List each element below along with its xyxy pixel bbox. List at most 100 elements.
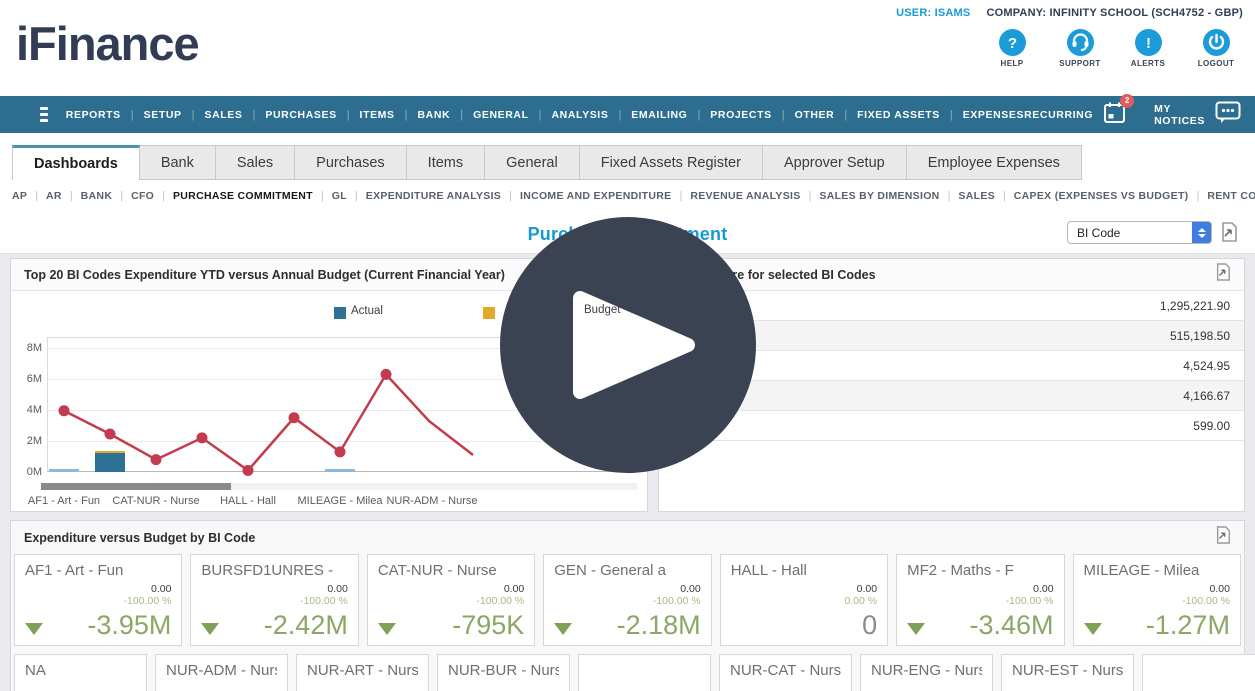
hamburger-menu-icon[interactable]: [40, 104, 48, 125]
row-value: 1,295,221.90: [1160, 299, 1230, 313]
kpi-card-hall-hall[interactable]: HALL - Hall0.000.00 %0: [720, 554, 888, 646]
legend-budget-label[interactable]: Budget: [584, 304, 620, 316]
recurring-button[interactable]: RECURRING: [1024, 109, 1093, 121]
kpi-card-mf2-maths-f[interactable]: MF2 - Maths - F0.00-100.00 %-3.46M: [896, 554, 1064, 646]
chart-scrollbar-thumb[interactable]: [41, 483, 231, 490]
nav-separator: |: [618, 109, 621, 121]
user-label: USER: ISAMS: [896, 7, 970, 19]
tab-fixed-assets-register[interactable]: Fixed Assets Register: [580, 145, 763, 180]
kpi-export-icon[interactable]: [1215, 526, 1231, 549]
tab-purchases[interactable]: Purchases: [295, 145, 407, 180]
nav-separator: |: [253, 109, 256, 121]
kpi-card-nur-eng-nurse[interactable]: NUR-ENG - Nurse: [860, 654, 993, 691]
recurring-calendar-icon[interactable]: 2: [1103, 101, 1126, 129]
kpi-card-unlabeled[interactable]: [578, 654, 711, 691]
tab-general[interactable]: General: [485, 145, 580, 180]
subnav-item-sales[interactable]: SALES: [958, 190, 995, 202]
dimension-select-value: BI Code: [1068, 226, 1192, 240]
nav-separator: |: [405, 109, 408, 121]
down-arrow-icon: [378, 623, 396, 635]
subnav-item-revenue-analysis[interactable]: REVENUE ANALYSIS: [690, 190, 800, 202]
nav-item-emailing[interactable]: EMAILING: [631, 109, 687, 121]
kpi-bottom-row: -795K: [378, 612, 524, 639]
tab-dashboards[interactable]: Dashboards: [12, 145, 140, 180]
video-play-overlay[interactable]: [500, 217, 756, 473]
subnav-item-bank[interactable]: BANK: [81, 190, 113, 202]
kpi-delta: -2.42M: [264, 612, 348, 639]
nav-item-projects[interactable]: PROJECTS: [710, 109, 771, 121]
nav-item-expenses[interactable]: EXPENSES: [963, 109, 1024, 121]
nav-separator: |: [347, 109, 350, 121]
kpi-card-title: CAT-NUR - Nurse: [378, 562, 524, 579]
row-value: 599.00: [1193, 419, 1230, 433]
nav-item-fixed-assets[interactable]: FIXED ASSETS: [857, 109, 940, 121]
kpi-value: 0.00: [731, 583, 877, 595]
kpi-card-af1-art-fun[interactable]: AF1 - Art - Fun0.00-100.00 %-3.95M: [14, 554, 182, 646]
subnav-item-ar[interactable]: AR: [46, 190, 62, 202]
nav-separator: |: [697, 109, 700, 121]
nav-item-sales[interactable]: SALES: [204, 109, 242, 121]
kpi-delta: -3.95M: [87, 612, 171, 639]
nav-item-general[interactable]: GENERAL: [473, 109, 529, 121]
subnav-item-gl[interactable]: GL: [332, 190, 347, 202]
subnav-item-rent-collection[interactable]: RENT COLLECTION: [1207, 190, 1255, 202]
nav-item-purchases[interactable]: PURCHASES: [265, 109, 336, 121]
kpi-card-nur-adm-nurse[interactable]: NUR-ADM - Nurse: [155, 654, 288, 691]
chat-bubble-icon[interactable]: [1215, 101, 1241, 129]
kpi-card-gen-general-a[interactable]: GEN - General a0.00-100.00 %-2.18M: [543, 554, 711, 646]
tab-bank[interactable]: Bank: [140, 145, 216, 180]
kpi-card-nur-art-nurse[interactable]: NUR-ART - Nurse: [296, 654, 429, 691]
kpi-percent: -100.00 %: [25, 595, 171, 607]
support-button[interactable]: SUPPORT: [1053, 29, 1107, 68]
select-stepper-icon: [1192, 222, 1211, 243]
subnav-item-expenditure-analysis[interactable]: EXPENDITURE ANALYSIS: [366, 190, 501, 202]
kpi-card-unlabeled[interactable]: [1142, 654, 1255, 691]
nav-item-reports[interactable]: REPORTS: [66, 109, 121, 121]
subnav-item-purchase-commitment[interactable]: PURCHASE COMMITMENT: [173, 190, 313, 202]
tab-approver-setup[interactable]: Approver Setup: [763, 145, 907, 180]
dashboard-subnav: AP|AR|BANK|CFO|PURCHASE COMMITMENT|GL|EX…: [12, 190, 1255, 202]
kpi-percent: -100.00 %: [907, 595, 1053, 607]
export-icon[interactable]: [1220, 222, 1238, 247]
tab-items[interactable]: Items: [407, 145, 485, 180]
legend-committed-swatch[interactable]: [483, 307, 495, 319]
down-arrow-icon: [25, 623, 43, 635]
kpi-card-nur-est-nurse[interactable]: NUR-EST - Nurse: [1001, 654, 1134, 691]
help-button[interactable]: ?HELP: [985, 29, 1039, 68]
subnav-item-income-and-expenditure[interactable]: INCOME AND EXPENDITURE: [520, 190, 671, 202]
main-nav-items: REPORTS | SETUP | SALES | PURCHASES | ITEMS | BANK…: [66, 109, 1024, 121]
subnav-item-ap[interactable]: AP: [12, 190, 27, 202]
legend-actual-label[interactable]: Actual: [351, 305, 383, 317]
nav-item-setup[interactable]: SETUP: [144, 109, 182, 121]
kpi-card-nur-cat-nurse[interactable]: NUR-CAT - Nurse: [719, 654, 852, 691]
nav-item-other[interactable]: OTHER: [795, 109, 835, 121]
my-notices-button[interactable]: MY NOTICES: [1154, 103, 1205, 127]
table-export-icon[interactable]: [1215, 263, 1231, 286]
kpi-card-na[interactable]: NA: [14, 654, 147, 691]
dimension-select[interactable]: BI Code: [1067, 221, 1212, 244]
table-row[interactable]: 599.00: [659, 411, 1244, 441]
kpi-card-nur-bur-nurse[interactable]: NUR-BUR - Nurse: [437, 654, 570, 691]
nav-separator: |: [782, 109, 785, 121]
subnav-separator: |: [948, 190, 951, 202]
tab-employee-expenses[interactable]: Employee Expenses: [907, 145, 1082, 180]
kpi-card-title: NUR-BUR - Nurse: [448, 662, 559, 679]
subnav-item-capex-expenses-vs-budget[interactable]: CAPEX (EXPENSES VS BUDGET): [1014, 190, 1189, 202]
kpi-card-cat-nur-nurse[interactable]: CAT-NUR - Nurse0.00-100.00 %-795K: [367, 554, 535, 646]
logout-button[interactable]: LOGOUT: [1189, 29, 1243, 68]
legend-actual-swatch[interactable]: [334, 307, 346, 319]
alerts-button[interactable]: !ALERTS: [1121, 29, 1175, 68]
support-icon: [1067, 29, 1094, 56]
kpi-value: 0.00: [378, 583, 524, 595]
nav-item-analysis[interactable]: ANALYSIS: [552, 109, 609, 121]
subnav-item-cfo[interactable]: CFO: [131, 190, 154, 202]
nav-item-items[interactable]: ITEMS: [360, 109, 395, 121]
subnav-item-sales-by-dimension[interactable]: SALES BY DIMENSION: [819, 190, 939, 202]
tab-sales[interactable]: Sales: [216, 145, 295, 180]
subnav-separator: |: [1003, 190, 1006, 202]
kpi-card-bursfd1unres[interactable]: BURSFD1UNRES -0.00-100.00 %-2.42M: [190, 554, 358, 646]
kpi-card-mileage-milea[interactable]: MILEAGE - Milea0.00-100.00 %-1.27M: [1073, 554, 1241, 646]
kpi-card-title: NUR-CAT - Nurse: [730, 662, 841, 679]
nav-item-bank[interactable]: BANK: [418, 109, 451, 121]
nav-separator: |: [192, 109, 195, 121]
